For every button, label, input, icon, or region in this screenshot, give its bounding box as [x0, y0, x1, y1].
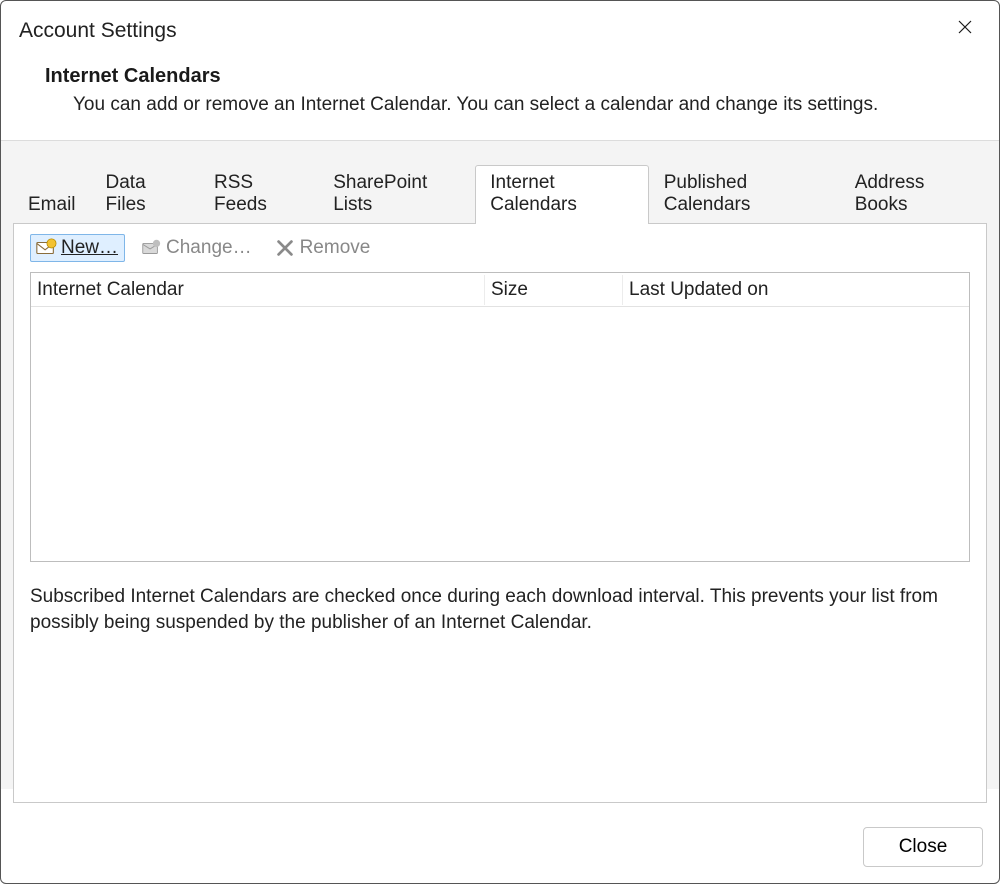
- column-header-size[interactable]: Size: [485, 275, 623, 305]
- remove-button-label: Remove: [300, 237, 371, 259]
- calendar-table[interactable]: Internet Calendar Size Last Updated on: [30, 272, 970, 562]
- new-button[interactable]: New…: [30, 234, 125, 262]
- tab-rss-feeds[interactable]: RSS Feeds: [199, 165, 318, 224]
- remove-icon: [274, 237, 296, 259]
- column-header-name[interactable]: Internet Calendar: [31, 275, 485, 305]
- tab-address-books[interactable]: Address Books: [840, 165, 987, 224]
- tab-panel-internet-calendars: New… Change… Remove: [13, 223, 987, 803]
- content-area: Email Data Files RSS Feeds SharePoint Li…: [1, 141, 999, 789]
- tab-email[interactable]: Email: [13, 187, 91, 224]
- window-close-button[interactable]: [951, 15, 979, 43]
- change-button: Change…: [135, 234, 259, 262]
- tab-data-files[interactable]: Data Files: [91, 165, 200, 224]
- info-note: Subscribed Internet Calendars are checke…: [30, 562, 970, 635]
- dialog-footer: Close: [863, 827, 983, 867]
- tab-published-calendars[interactable]: Published Calendars: [649, 165, 840, 224]
- dialog-header: Account Settings: [1, 1, 999, 51]
- change-button-label: Change…: [166, 237, 252, 259]
- tab-strip: Email Data Files RSS Feeds SharePoint Li…: [13, 141, 987, 224]
- dialog-title: Account Settings: [19, 19, 975, 43]
- section-description: You can add or remove an Internet Calend…: [1, 88, 999, 140]
- tab-internet-calendars[interactable]: Internet Calendars: [475, 165, 649, 224]
- table-header-row: Internet Calendar Size Last Updated on: [31, 273, 969, 307]
- tab-sharepoint-lists[interactable]: SharePoint Lists: [318, 165, 475, 224]
- change-icon: [140, 237, 162, 259]
- section-title: Internet Calendars: [45, 65, 999, 88]
- toolbar: New… Change… Remove: [30, 234, 970, 272]
- column-header-updated[interactable]: Last Updated on: [623, 275, 969, 305]
- new-button-label: New…: [61, 237, 118, 259]
- close-icon: [956, 18, 974, 41]
- close-button[interactable]: Close: [863, 827, 983, 867]
- remove-button: Remove: [269, 234, 378, 262]
- new-mail-icon: [35, 237, 57, 259]
